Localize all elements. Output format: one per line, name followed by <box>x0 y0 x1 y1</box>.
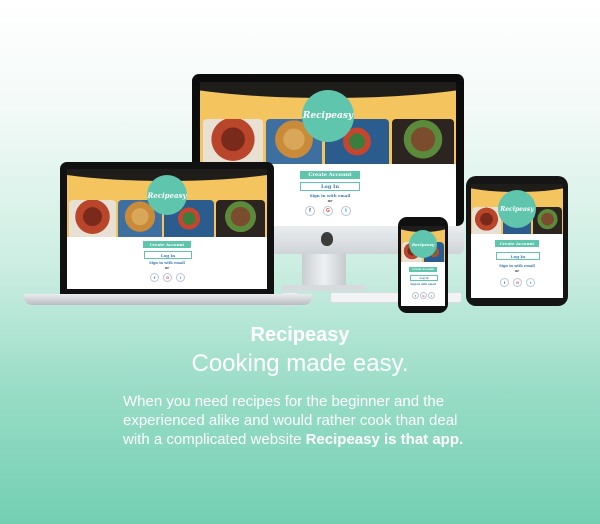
create-account-button[interactable]: Create Account <box>495 240 539 247</box>
sign-in-email-link[interactable]: Sign in with email <box>403 283 443 286</box>
logo-badge: Recipeasy <box>147 175 187 215</box>
twitter-icon[interactable]: t <box>428 292 435 299</box>
google-icon[interactable]: G <box>420 292 427 299</box>
page-title: Recipeasy <box>250 324 350 346</box>
facebook-icon[interactable]: f <box>412 292 419 299</box>
create-account-button[interactable]: Create Account <box>300 171 360 179</box>
description-bold: Recipeasy is that app. <box>305 431 464 448</box>
phone-screen: Recipeasy Create Account Log In Sign in … <box>401 226 445 306</box>
create-account-button[interactable]: Create Account <box>409 267 437 272</box>
logo-badge: Recipeasy <box>302 90 354 142</box>
logo-badge: Recipeasy <box>409 230 437 258</box>
log-in-button[interactable]: Log In <box>144 251 192 259</box>
laptop-base <box>24 294 312 305</box>
or-label: or <box>514 269 520 273</box>
create-account-button[interactable]: Create Account <box>143 241 191 248</box>
facebook-icon[interactable]: f <box>150 273 159 282</box>
page-subtitle: Cooking made easy. <box>191 350 409 377</box>
log-in-button[interactable]: Log In <box>300 182 360 191</box>
or-label: or <box>164 266 170 270</box>
sign-in-email-link[interactable]: Sign in with email <box>487 264 547 268</box>
sign-in-email-link[interactable]: Sign in with email <box>137 261 197 265</box>
log-in-button[interactable]: Log In <box>410 275 438 281</box>
logo-badge: Recipeasy <box>498 190 536 228</box>
tablet-screen: Recipeasy Create Account Log In Sign in … <box>471 184 563 298</box>
twitter-icon[interactable]: t <box>526 278 535 287</box>
imac-foot <box>282 285 366 291</box>
google-icon[interactable]: G <box>323 206 333 216</box>
facebook-icon[interactable]: f <box>305 206 315 216</box>
tablet: Recipeasy Create Account Log In Sign in … <box>466 176 568 306</box>
facebook-icon[interactable]: f <box>500 278 509 287</box>
google-icon[interactable]: G <box>163 273 172 282</box>
laptop-lid: Recipeasy Create Account Log In Sign in … <box>60 162 274 294</box>
or-label: or <box>327 198 333 203</box>
laptop-screen: Recipeasy Create Account Log In Sign in … <box>67 169 267 289</box>
google-icon[interactable]: G <box>513 278 522 287</box>
imac-stand <box>302 252 346 288</box>
apple-logo-icon <box>321 232 333 246</box>
log-in-button[interactable]: Log In <box>496 252 540 260</box>
twitter-icon[interactable]: t <box>341 206 351 216</box>
phone: Recipeasy Create Account Log In Sign in … <box>398 217 448 313</box>
description: When you need recipes for the beginner a… <box>123 392 483 449</box>
twitter-icon[interactable]: t <box>176 273 185 282</box>
